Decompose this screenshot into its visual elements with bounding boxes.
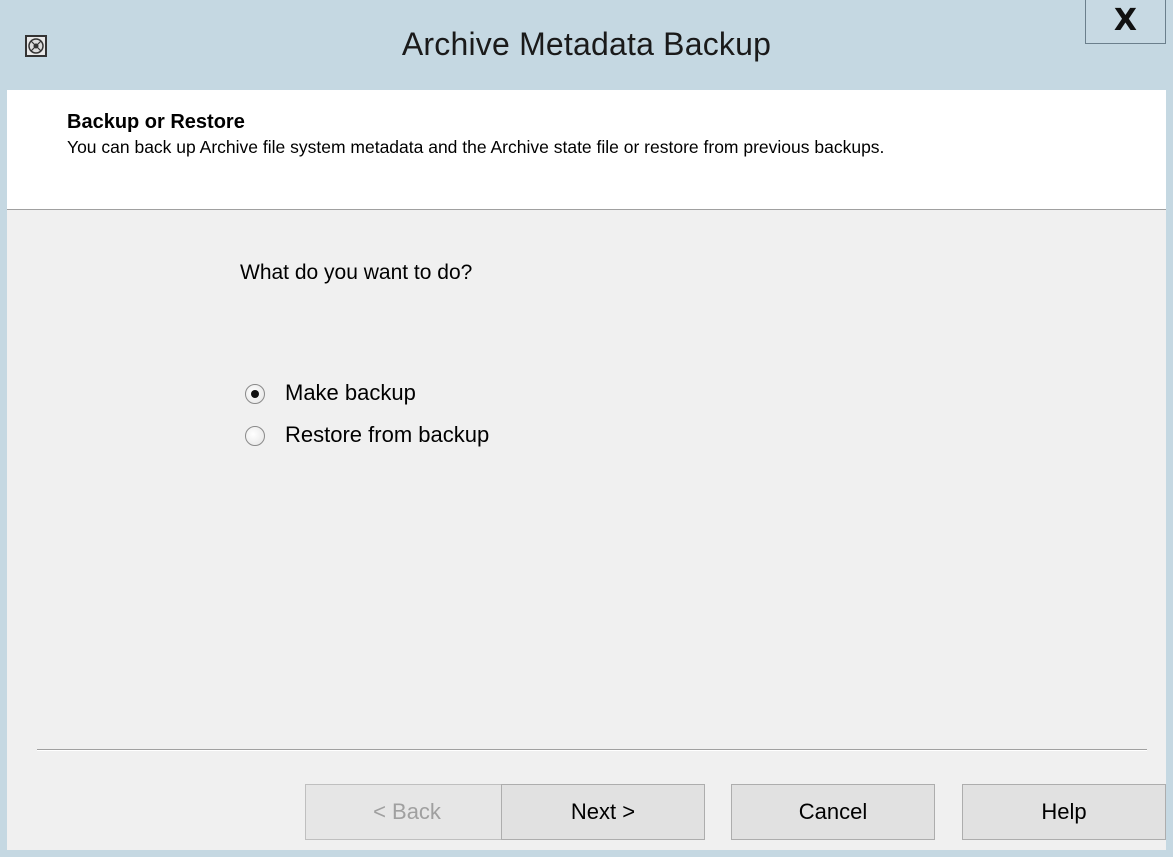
cancel-button[interactable]: Cancel — [731, 784, 935, 840]
wizard-header: Backup or Restore You can back up Archiv… — [7, 90, 1166, 210]
make-backup-label[interactable]: Make backup — [285, 380, 416, 406]
wizard-content: Backup or Restore You can back up Archiv… — [7, 90, 1166, 850]
restore-from-backup-label[interactable]: Restore from backup — [285, 422, 489, 448]
header-title: Backup or Restore — [67, 111, 245, 133]
window-title: Archive Metadata Backup — [401, 26, 772, 62]
header-description: You can back up Archive file system meta… — [67, 137, 885, 157]
next-button[interactable]: Next > — [501, 784, 705, 840]
close-icon: X — [1113, 3, 1138, 38]
help-button[interactable]: Help — [962, 784, 1166, 840]
back-button[interactable]: < Back — [305, 784, 509, 840]
radio-button-unselected[interactable] — [245, 426, 265, 446]
question-prompt: What do you want to do? — [240, 261, 473, 284]
close-button[interactable]: X — [1085, 0, 1166, 44]
radio-button-selected[interactable] — [245, 384, 265, 404]
footer-separator — [37, 749, 1147, 751]
title-bar[interactable]: Archive Metadata Backup X — [0, 0, 1173, 90]
radio-dot-icon — [251, 390, 259, 398]
wizard-window: Archive Metadata Backup X Backup or Rest… — [0, 0, 1173, 857]
